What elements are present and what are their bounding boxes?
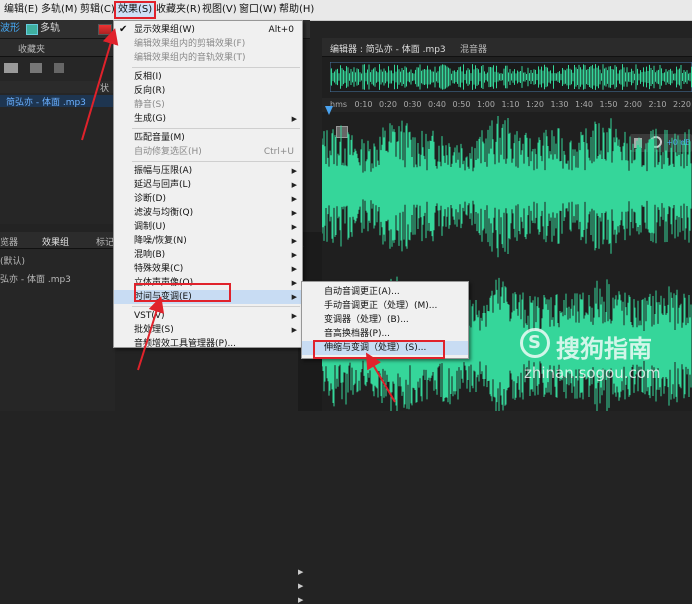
gutter-arrow-icon: ▶ [298, 596, 304, 604]
watermark-url: zhinan.sogou.com [524, 364, 661, 382]
annotation-arrow [137, 296, 165, 371]
annotation-arrow [81, 28, 119, 141]
sogou-logo-glyph: S [528, 332, 541, 353]
gutter-arrow-icon: ▶ [298, 568, 304, 576]
annotation-arrow [365, 352, 396, 403]
sogou-logo-icon: S [520, 328, 550, 358]
gutter-arrow-icon: ▶ [298, 582, 304, 590]
watermark-brand: 搜狗指南 [556, 335, 652, 363]
